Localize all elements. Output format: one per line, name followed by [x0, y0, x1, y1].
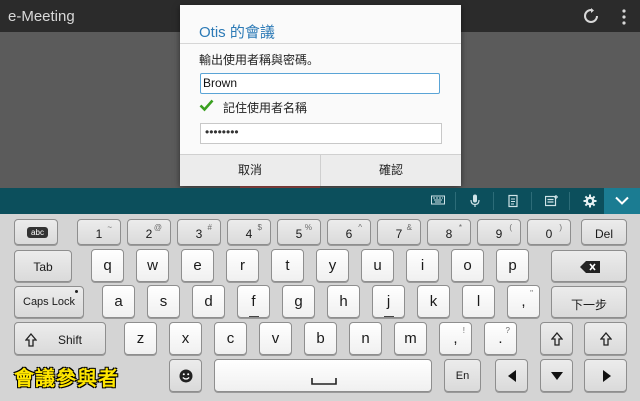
emoji-key[interactable]	[169, 359, 202, 392]
key-s[interactable]: s	[147, 285, 180, 318]
backspace-icon	[580, 261, 600, 273]
password-field[interactable]: ••••••••	[200, 123, 442, 144]
down-arrow-key[interactable]	[540, 359, 573, 392]
key-4[interactable]: 4 $	[227, 219, 271, 245]
arrow-right-icon	[603, 370, 611, 382]
space-key[interactable]	[214, 359, 432, 392]
abc-badge: abc	[27, 227, 48, 238]
remember-username-label: 記住使用者名稱	[223, 101, 308, 115]
delete-key[interactable]: Del	[581, 219, 627, 245]
settings-icon[interactable]	[572, 188, 606, 214]
shift-arrow-icon	[600, 332, 612, 346]
refresh-icon[interactable]	[582, 7, 600, 25]
key-w[interactable]: w	[136, 249, 169, 282]
toolbar-divider	[493, 192, 494, 210]
chevron-down-icon	[615, 196, 629, 205]
arrow-down-icon	[551, 372, 563, 380]
right-arrow-key[interactable]	[584, 359, 627, 392]
key-t[interactable]: t	[271, 249, 304, 282]
key-6[interactable]: 6 ^	[327, 219, 371, 245]
keyboard-toolbar	[0, 188, 640, 214]
shift-arrow-icon	[551, 332, 563, 346]
microphone-icon[interactable]	[458, 188, 492, 214]
dialog-button-bar: 取消 確認	[180, 154, 461, 186]
username-field[interactable]: Brown	[200, 73, 440, 94]
key-period-question[interactable]: .?	[484, 322, 517, 355]
key-d[interactable]: d	[192, 285, 225, 318]
arrow-left-icon	[508, 370, 516, 382]
login-dialog: Otis 的會議 輸出使用者稱與密碼。 Brown 記住使用者名稱 ••••••…	[180, 5, 461, 186]
key-k[interactable]: k	[417, 285, 450, 318]
key-j[interactable]: j	[372, 285, 405, 318]
caps-lock-key[interactable]: Caps Lock	[14, 286, 84, 318]
key-8[interactable]: 8 *	[427, 219, 471, 245]
key-a[interactable]: a	[102, 285, 135, 318]
key-e[interactable]: e	[181, 249, 214, 282]
home-row-marker	[248, 316, 259, 317]
key-i[interactable]: i	[406, 249, 439, 282]
checkmark-icon[interactable]	[199, 98, 214, 113]
backspace-key[interactable]	[551, 250, 627, 282]
keyboard-icon[interactable]	[420, 188, 454, 214]
key-g[interactable]: g	[282, 285, 315, 318]
collapse-keyboard-button[interactable]	[604, 188, 640, 214]
key-l[interactable]: l	[462, 285, 495, 318]
left-arrow-key[interactable]	[495, 359, 528, 392]
key-n[interactable]: n	[349, 322, 382, 355]
symbol-mode-key[interactable]: abc	[14, 219, 58, 245]
dialog-message: 輸出使用者稱與密碼。	[199, 53, 320, 67]
home-row-marker	[383, 316, 394, 317]
key-f[interactable]: f	[237, 285, 270, 318]
key-x[interactable]: x	[169, 322, 202, 355]
toolbar-divider	[531, 192, 532, 210]
key-0[interactable]: 0)	[527, 219, 571, 245]
next-key[interactable]: 下一步	[551, 286, 627, 318]
language-key[interactable]: En	[444, 359, 481, 392]
confirm-button[interactable]: 確認	[321, 155, 461, 186]
participants-label: 會議參與者	[14, 368, 119, 390]
clipboard-icon[interactable]	[496, 188, 530, 214]
tab-key[interactable]: Tab	[14, 250, 72, 282]
key-y[interactable]: y	[316, 249, 349, 282]
app-title: e-Meeting	[8, 8, 75, 25]
key-7[interactable]: 7 &	[377, 219, 421, 245]
key-r[interactable]: r	[226, 249, 259, 282]
key-z[interactable]: z	[124, 322, 157, 355]
shift-key[interactable]: Shift	[14, 322, 106, 355]
up-arrow-key[interactable]	[540, 322, 573, 355]
key-1[interactable]: 1 ~	[77, 219, 121, 245]
cancel-button[interactable]: 取消	[180, 155, 320, 186]
key-2[interactable]: 2 @	[127, 219, 171, 245]
right-shift-key[interactable]	[584, 322, 627, 355]
toolbar-divider	[569, 192, 570, 210]
key-p[interactable]: p	[496, 249, 529, 282]
space-bar-icon	[311, 378, 337, 385]
toolbar-divider	[455, 192, 456, 210]
emoji-add-icon[interactable]	[534, 188, 568, 214]
dialog-title: Otis 的會議	[199, 24, 275, 41]
key-h[interactable]: h	[327, 285, 360, 318]
key-comma-exclaim[interactable]: ,!	[439, 322, 472, 355]
overflow-menu-icon[interactable]	[620, 8, 628, 26]
key-u[interactable]: u	[361, 249, 394, 282]
key-q[interactable]: q	[91, 249, 124, 282]
smiley-icon	[179, 369, 193, 383]
key-c[interactable]: c	[214, 322, 247, 355]
key-b[interactable]: b	[304, 322, 337, 355]
dialog-divider	[180, 43, 461, 44]
key-m[interactable]: m	[394, 322, 427, 355]
key-v[interactable]: v	[259, 322, 292, 355]
key-5[interactable]: 5%	[277, 219, 321, 245]
key-o[interactable]: o	[451, 249, 484, 282]
key-3[interactable]: 3 #	[177, 219, 221, 245]
key-9[interactable]: 9(	[477, 219, 521, 245]
caps-indicator	[75, 290, 78, 293]
key-comma-quote[interactable]: , "	[507, 285, 540, 318]
